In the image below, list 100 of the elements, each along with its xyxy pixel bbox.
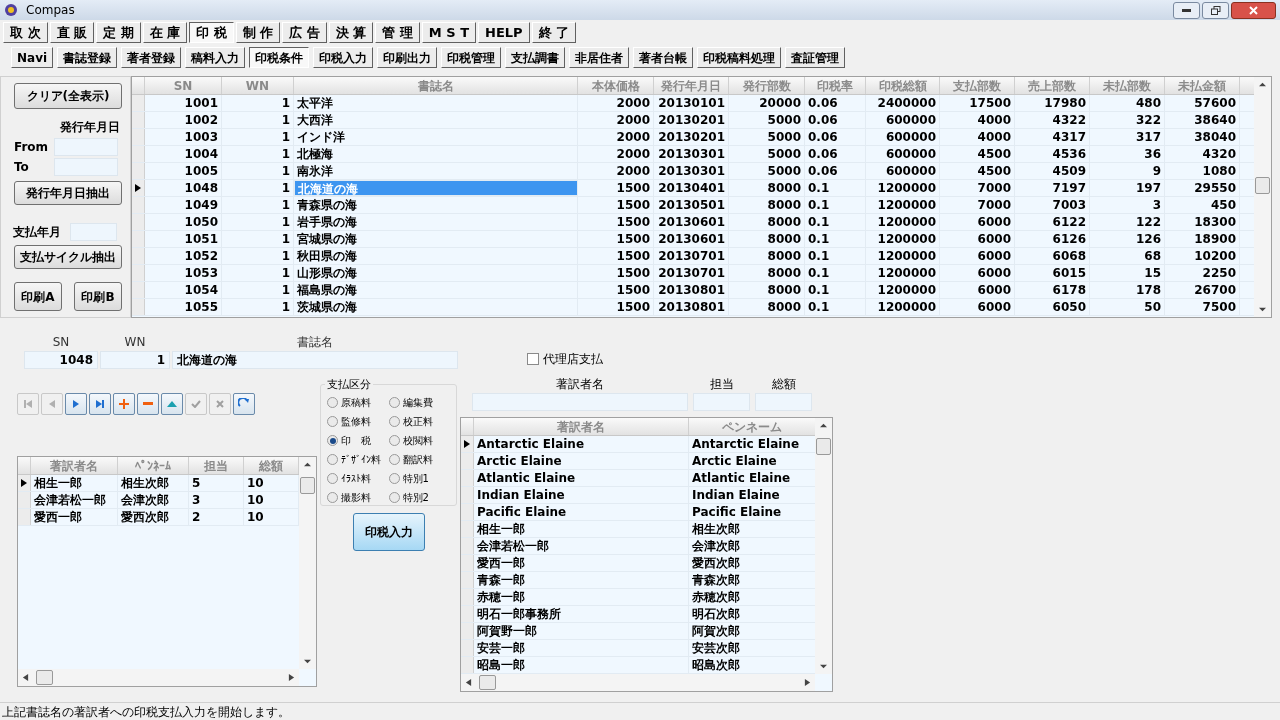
sub-tab[interactable]: 稿料入力 bbox=[185, 47, 246, 68]
navigator-button[interactable] bbox=[233, 393, 255, 415]
print-b-button[interactable]: 印刷B bbox=[74, 282, 122, 311]
scroll-thumb[interactable] bbox=[300, 477, 315, 494]
radio-button[interactable] bbox=[327, 397, 338, 408]
sub-tab[interactable]: 支払調書 bbox=[505, 47, 566, 68]
radio-label: 監修料 bbox=[341, 415, 371, 429]
vertical-scrollbar[interactable] bbox=[815, 418, 832, 674]
row-header[interactable] bbox=[461, 436, 474, 452]
sub-tab[interactable]: 印税管理 bbox=[441, 47, 502, 68]
menu-tab[interactable]: 印 税 bbox=[189, 22, 234, 43]
table-cell: 4000 bbox=[940, 129, 1015, 145]
horizontal-scrollbar[interactable] bbox=[461, 674, 815, 691]
vertical-scrollbar[interactable] bbox=[1254, 77, 1271, 317]
table-cell: 会津若松一郎 bbox=[31, 492, 118, 508]
sub-tab[interactable]: 著者登録 bbox=[121, 47, 182, 68]
menu-tab[interactable]: 定 期 bbox=[96, 22, 141, 43]
navigator-button[interactable] bbox=[113, 393, 135, 415]
table-cell: 安芸一郎 bbox=[474, 640, 689, 656]
menu-tab[interactable]: HELP bbox=[478, 22, 530, 43]
menu-tab[interactable]: 制 作 bbox=[235, 22, 281, 43]
menu-tab[interactable]: 決 算 bbox=[328, 22, 374, 43]
table-cell: 6015 bbox=[1015, 265, 1090, 281]
radio-label: 翻訳料 bbox=[402, 453, 433, 467]
navigator-button[interactable] bbox=[137, 393, 159, 415]
table-cell: 山形県の海 bbox=[294, 265, 578, 281]
radio-button[interactable] bbox=[388, 492, 400, 503]
radio-button[interactable] bbox=[327, 492, 338, 503]
table-cell: 7197 bbox=[1015, 180, 1090, 196]
cycle-extract-button[interactable]: 支払サイクル抽出 bbox=[14, 245, 122, 269]
navigator-button[interactable] bbox=[161, 393, 183, 415]
wn-field[interactable]: 1 bbox=[100, 351, 170, 369]
scroll-down-icon bbox=[820, 663, 827, 670]
radio-button[interactable] bbox=[388, 473, 400, 484]
table-cell: 197 bbox=[1090, 180, 1165, 196]
table-cell: 20130701 bbox=[654, 265, 729, 281]
table-cell: 178 bbox=[1090, 282, 1165, 298]
table-cell: 8000 bbox=[729, 231, 805, 247]
menu-tab[interactable]: 終 了 bbox=[531, 22, 577, 43]
menu-tab[interactable]: 在 庫 bbox=[142, 22, 188, 43]
skip-start-icon bbox=[23, 399, 33, 409]
scroll-thumb[interactable] bbox=[479, 675, 496, 690]
radio-label: 特別1 bbox=[402, 472, 429, 486]
table-cell: 愛西一郎 bbox=[31, 509, 118, 525]
radio-button[interactable] bbox=[327, 473, 338, 484]
radio-button[interactable] bbox=[388, 416, 400, 427]
royalty-entry-button[interactable]: 印税入力 bbox=[353, 513, 425, 551]
menu-tab[interactable]: 広 告 bbox=[282, 22, 327, 43]
table-cell: 17500 bbox=[940, 95, 1015, 111]
vertical-scrollbar[interactable] bbox=[299, 457, 316, 669]
restore-button[interactable] bbox=[1202, 1, 1229, 19]
checkbox[interactable] bbox=[527, 353, 539, 365]
title-field[interactable]: 北海道の海 bbox=[172, 351, 458, 369]
sub-tab[interactable]: 印税稿料処理 bbox=[697, 47, 782, 68]
radio-button[interactable] bbox=[388, 397, 400, 408]
sub-tab[interactable]: 査証管理 bbox=[785, 47, 846, 68]
radio-button[interactable] bbox=[388, 454, 400, 465]
table-cell: 4317 bbox=[1015, 129, 1090, 145]
sub-tab[interactable]: Navi bbox=[11, 47, 54, 68]
scroll-up-icon bbox=[304, 461, 311, 468]
navigator-button[interactable] bbox=[89, 393, 111, 415]
sub-tab[interactable]: 非居住者 bbox=[569, 47, 630, 68]
table-cell: 38640 bbox=[1165, 112, 1240, 128]
row-header[interactable] bbox=[18, 475, 31, 491]
sub-tab[interactable]: 著者台帳 bbox=[633, 47, 694, 68]
scroll-thumb[interactable] bbox=[1255, 177, 1270, 194]
menu-tab[interactable]: M S T bbox=[421, 22, 476, 43]
table-cell: 1001 bbox=[145, 95, 222, 111]
sub-tab[interactable]: 書誌登録 bbox=[57, 47, 118, 68]
navigator-button[interactable] bbox=[65, 393, 87, 415]
clear-button[interactable]: クリア(全表示) bbox=[14, 83, 122, 109]
scroll-thumb[interactable] bbox=[816, 438, 831, 455]
row-header[interactable] bbox=[132, 180, 145, 196]
table-cell: 8000 bbox=[729, 180, 805, 196]
scroll-thumb[interactable] bbox=[36, 670, 53, 685]
wn-label: WN bbox=[123, 334, 147, 351]
minimize-button[interactable] bbox=[1173, 1, 1200, 19]
table-cell: 18900 bbox=[1165, 231, 1240, 247]
radio-button[interactable] bbox=[327, 435, 338, 446]
menu-tab[interactable]: 直 販 bbox=[49, 22, 95, 43]
close-button[interactable] bbox=[1231, 1, 1276, 19]
sub-tab[interactable]: 印税入力 bbox=[313, 47, 374, 68]
table-cell: 1200000 bbox=[866, 197, 940, 213]
menu-tab[interactable]: 管 理 bbox=[375, 22, 420, 43]
radio-button[interactable] bbox=[388, 435, 400, 446]
print-a-button[interactable]: 印刷A bbox=[14, 282, 62, 311]
table-cell: 1200000 bbox=[866, 248, 940, 264]
plus-icon bbox=[119, 399, 129, 409]
menu-tab[interactable]: 取 次 bbox=[3, 22, 48, 43]
sub-tab[interactable]: 印税条件 bbox=[249, 47, 310, 68]
radio-button[interactable] bbox=[327, 454, 338, 465]
checkbox-label: 代理店支払 bbox=[543, 351, 603, 368]
sn-field[interactable]: 1048 bbox=[24, 351, 98, 369]
table-cell: 1049 bbox=[145, 197, 222, 213]
horizontal-scrollbar[interactable] bbox=[18, 669, 299, 686]
radio-button[interactable] bbox=[327, 416, 338, 427]
date-extract-button[interactable]: 発行年月日抽出 bbox=[14, 181, 122, 205]
table-cell: 20130101 bbox=[654, 95, 729, 111]
table-cell: 17980 bbox=[1015, 95, 1090, 111]
sub-tab[interactable]: 印刷出力 bbox=[377, 47, 438, 68]
